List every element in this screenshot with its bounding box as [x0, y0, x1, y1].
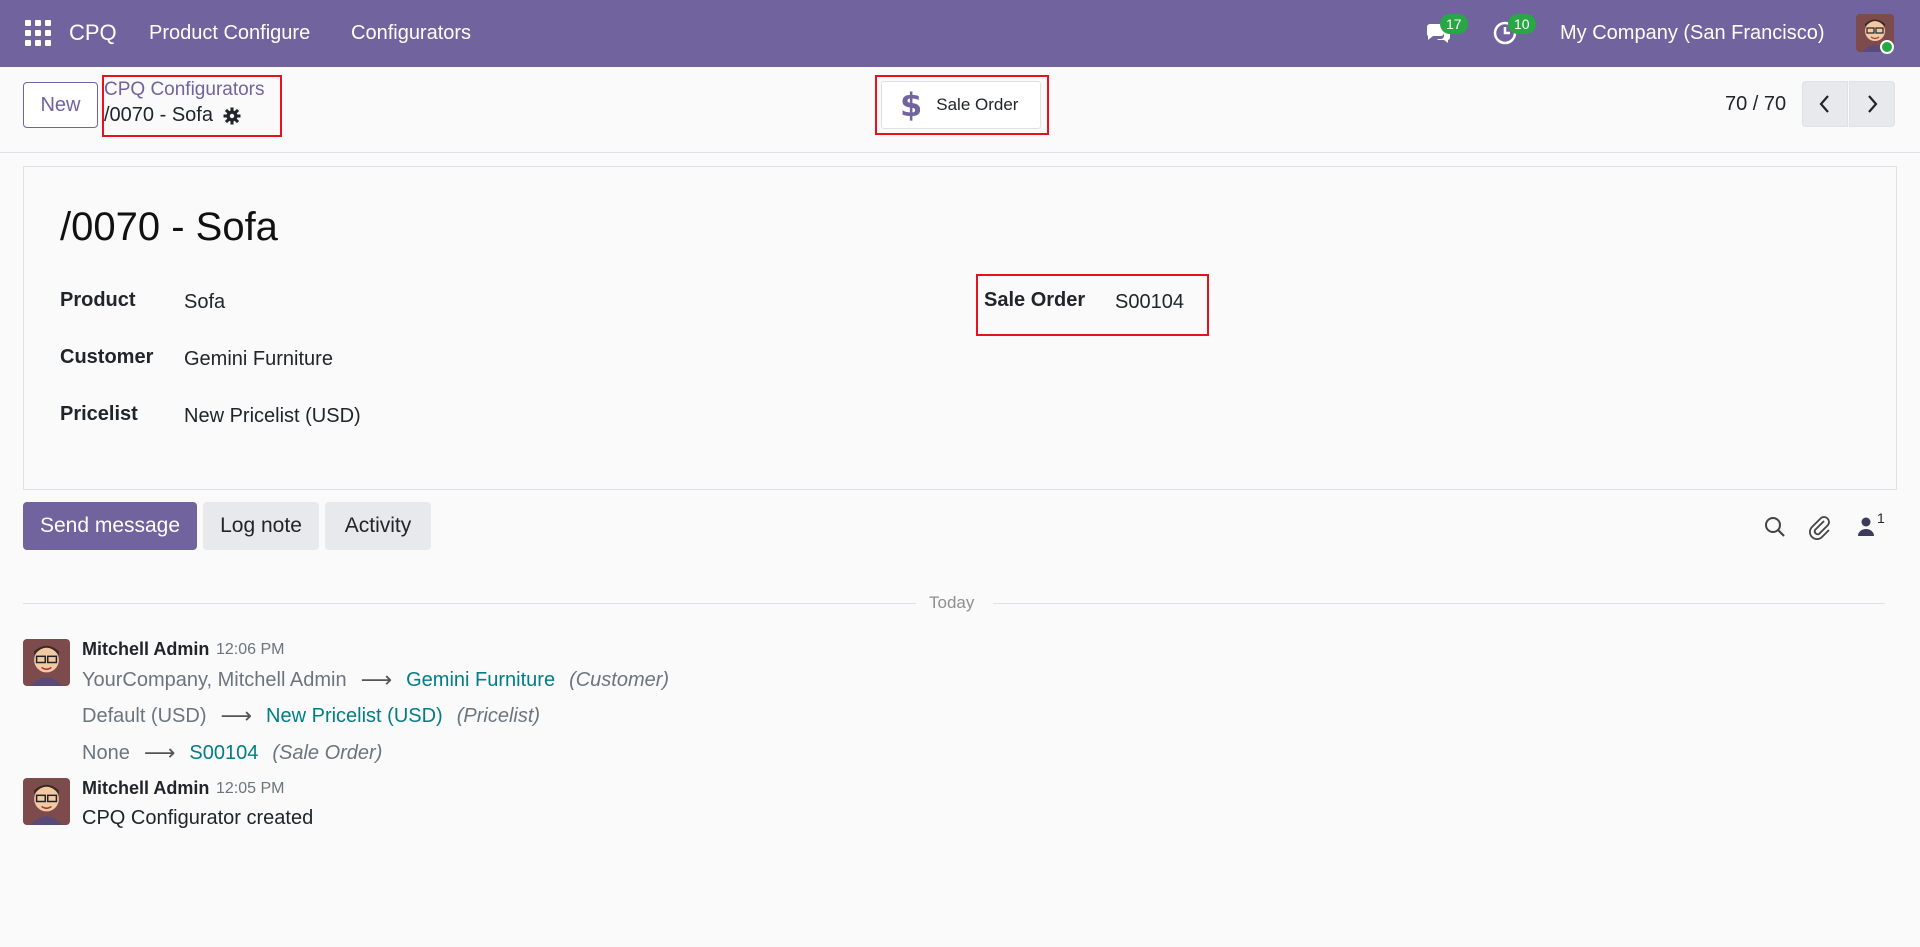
- dollar-icon: $: [900, 86, 923, 124]
- tracking-new-value[interactable]: Gemini Furniture: [406, 669, 555, 692]
- search-messages-button[interactable]: [1762, 514, 1788, 540]
- tracking-field-name: (Customer): [569, 668, 670, 691]
- message-avatar[interactable]: [23, 778, 70, 825]
- sale-order-label: Sale Order: [984, 289, 1086, 311]
- tracking-line: Default (USD) ⟶ New Pricelist (USD) (Pri…: [82, 703, 540, 729]
- tracking-old-value: YourCompany, Mitchell Admin: [82, 668, 347, 691]
- breadcrumb-current: /0070 - Sofa: [104, 104, 241, 127]
- send-message-button[interactable]: Send message: [23, 502, 197, 550]
- company-switcher[interactable]: My Company (San Francisco): [1560, 22, 1825, 45]
- activity-button[interactable]: Activity: [325, 502, 431, 550]
- tracking-field-name: (Sale Order): [272, 741, 383, 764]
- divider-line-left: [23, 603, 916, 604]
- breadcrumb-current-label: /0070 - Sofa: [104, 104, 213, 126]
- date-divider: Today: [929, 593, 975, 612]
- tracking-field-name: (Pricelist): [456, 704, 541, 727]
- tracking-new-value[interactable]: S00104: [189, 742, 258, 765]
- arrow-right-icon: ⟶: [220, 703, 253, 728]
- form-sheet: /0070 - Sofa Product Sofa Customer Gemin…: [23, 166, 1897, 490]
- breadcrumb-parent-link[interactable]: CPQ Configurators: [104, 79, 265, 101]
- menu-product-configure[interactable]: Product Configure: [149, 22, 310, 45]
- message-body: CPQ Configurator created: [82, 807, 314, 829]
- arrow-right-icon: ⟶: [360, 667, 393, 692]
- product-label: Product: [60, 289, 136, 311]
- control-panel: New CPQ Configurators /0070 - Sofa $ Sal…: [0, 67, 1920, 153]
- record-title: /0070 - Sofa: [60, 205, 278, 249]
- log-note-button[interactable]: Log note: [203, 502, 319, 550]
- tracking-old-value: Default (USD): [82, 704, 207, 727]
- message-author[interactable]: Mitchell Admin: [82, 778, 209, 799]
- sale-order-value[interactable]: S00104: [1115, 291, 1184, 314]
- pricelist-value[interactable]: New Pricelist (USD): [184, 405, 361, 428]
- message-avatar[interactable]: [23, 639, 70, 686]
- tracking-line: YourCompany, Mitchell Admin ⟶ Gemini Fur…: [82, 667, 669, 693]
- avatar-face-icon: [23, 778, 70, 825]
- divider-line-right: [993, 603, 1885, 604]
- activities-badge: 10: [1508, 14, 1536, 34]
- gear-icon[interactable]: [223, 107, 241, 125]
- search-icon: [1765, 517, 1785, 537]
- user-icon: [1858, 517, 1874, 536]
- messages-badge: 17: [1440, 14, 1468, 34]
- message-author[interactable]: Mitchell Admin: [82, 639, 209, 660]
- message-time: 12:06 PM: [216, 641, 285, 658]
- chevron-right-icon: [1868, 95, 1878, 113]
- customer-label: Customer: [60, 346, 154, 368]
- online-status-dot: [1880, 40, 1894, 54]
- tracking-line: None ⟶ S00104 (Sale Order): [82, 740, 382, 766]
- pager-previous-button[interactable]: [1802, 81, 1848, 127]
- followers-button[interactable]: [1853, 514, 1879, 540]
- top-navbar: CPQ Product Configure Configurators 17 1…: [0, 0, 1920, 67]
- customer-value[interactable]: Gemini Furniture: [184, 348, 333, 371]
- attachments-button[interactable]: [1807, 514, 1833, 540]
- sale-order-smart-button[interactable]: $ Sale Order: [881, 81, 1041, 129]
- app-brand[interactable]: CPQ: [69, 20, 117, 46]
- chevron-left-icon: [1819, 95, 1829, 113]
- new-button[interactable]: New: [23, 82, 98, 128]
- product-value[interactable]: Sofa: [184, 291, 225, 314]
- pager-value[interactable]: 70 / 70: [1725, 93, 1786, 116]
- followers-count: 1: [1877, 510, 1885, 526]
- paperclip-icon: [1809, 516, 1830, 540]
- smart-button-label: Sale Order: [936, 95, 1019, 114]
- pricelist-label: Pricelist: [60, 403, 138, 425]
- activities-button[interactable]: 10: [1492, 14, 1536, 48]
- tracking-new-value[interactable]: New Pricelist (USD): [266, 705, 443, 728]
- arrow-right-icon: ⟶: [143, 740, 176, 765]
- message-time: 12:05 PM: [216, 780, 285, 797]
- avatar-face-icon: [23, 639, 70, 686]
- pager-next-button[interactable]: [1849, 81, 1895, 127]
- messages-button[interactable]: 17: [1424, 14, 1468, 48]
- menu-configurators[interactable]: Configurators: [351, 22, 471, 45]
- tracking-old-value: None: [82, 741, 130, 764]
- app-menu-icon[interactable]: [25, 20, 51, 46]
